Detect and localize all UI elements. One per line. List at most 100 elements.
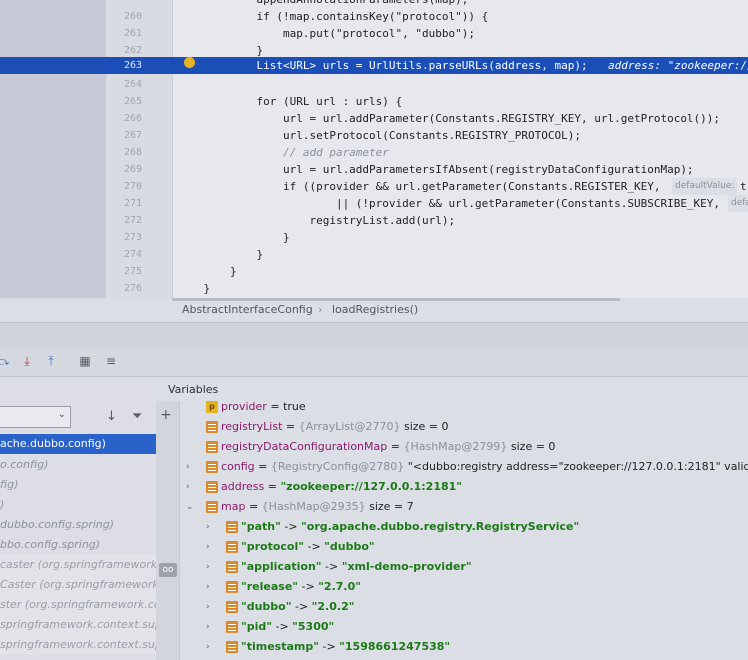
variable-name: provider — [221, 400, 267, 413]
expand-arrow-icon[interactable]: › — [206, 517, 216, 537]
field-icon — [206, 461, 218, 473]
variable-value: "zookeeper://127.0.0.1:2181" — [280, 480, 463, 493]
variable-row[interactable]: registryList = {ArrayList@2770} size = 0 — [156, 417, 748, 437]
horizontal-scrollbar[interactable] — [172, 298, 620, 301]
map-entry-row[interactable]: › "application" -> "xml-demo-provider" — [156, 557, 748, 577]
code-editor[interactable]: appendAnnotationParameters(map); 260 if … — [0, 0, 748, 298]
map-entry-row[interactable]: › "pid" -> "5300" — [156, 617, 748, 637]
filter-icon[interactable]: ⏷ — [132, 409, 142, 424]
variable-row[interactable]: registryDataConfigurationMap = {HashMap@… — [156, 437, 748, 457]
line-number: 261 — [123, 28, 142, 39]
stack-frame[interactable]: springframework.context.supp — [0, 635, 156, 655]
code-line[interactable]: 265 for (URL url : urls) { — [0, 93, 748, 110]
code-line[interactable]: 269 url = url.addParametersIfAbsent(regi… — [0, 161, 748, 178]
variable-name: address — [221, 480, 265, 493]
stack-frame[interactable]: bbo.config.spring) — [0, 535, 156, 555]
field-icon — [226, 621, 238, 633]
stack-frame[interactable]: ster (org.springframework.con — [0, 595, 156, 615]
code-line[interactable]: 276 } — [0, 280, 748, 297]
map-arrow: -> — [291, 600, 312, 613]
field-icon — [226, 521, 238, 533]
expand-arrow-icon[interactable]: › — [186, 457, 196, 477]
variable-row[interactable]: p provider = true — [156, 397, 748, 417]
expand-arrow-icon[interactable]: › — [206, 537, 216, 557]
step-out-icon[interactable]: ⤒ — [44, 354, 58, 368]
map-entry-row[interactable]: › "dubbo" -> "2.0.2" — [156, 597, 748, 617]
variable-value: size = 0 — [400, 420, 449, 433]
variable-row[interactable]: › config = {RegistryConfig@2780} "<dubbo… — [156, 457, 748, 477]
evaluate-expression-icon[interactable]: ▦ — [78, 354, 92, 368]
breadcrumb-method[interactable]: loadRegistries() — [332, 303, 418, 316]
map-value: "dubbo" — [324, 540, 375, 553]
code-line[interactable]: 261 map.put("protocol", "dubbo"); — [0, 25, 748, 42]
expand-arrow-icon[interactable]: › — [206, 637, 216, 657]
line-number: 266 — [123, 113, 142, 124]
stack-frame[interactable]: dubbo.config.spring) — [0, 515, 156, 535]
code-line[interactable]: 268 // add parameter — [0, 144, 748, 161]
map-key: "protocol" — [241, 540, 304, 553]
stack-frame[interactable]: ache.dubbo.config) — [0, 434, 156, 454]
stack-frame[interactable]: caster (org.springframework.co — [0, 555, 156, 575]
variable-type: {HashMap@2935} — [261, 500, 366, 513]
code-text: registryList.add(url); — [177, 214, 456, 227]
map-arrow: -> — [303, 540, 325, 553]
map-entry-row[interactable]: › "timestamp" -> "1598661247538" — [156, 637, 748, 657]
expand-arrow-icon[interactable]: › — [186, 477, 196, 497]
variable-name: registryDataConfigurationMap — [221, 440, 388, 453]
map-value: "xml-demo-provider" — [341, 560, 472, 573]
variable-row[interactable]: ⌄ map = {HashMap@2935} size = 7 — [156, 497, 748, 517]
arrow-down-icon[interactable]: ↓ — [106, 409, 117, 424]
code-line[interactable]: 266 url = url.addParameter(Constants.REG… — [0, 110, 748, 127]
map-entry-row[interactable]: › "path" -> "org.apache.dubbo.registry.R… — [156, 517, 748, 537]
map-entry-row[interactable]: › "release" -> "2.7.0" — [156, 577, 748, 597]
line-number: 273 — [123, 232, 142, 243]
code-line[interactable]: 267 url.setProtocol(Constants.REGISTRY_P… — [0, 127, 748, 144]
code-line[interactable]: appendAnnotationParameters(map); — [0, 0, 748, 8]
thread-selector[interactable]: ⌄ — [0, 406, 71, 428]
stack-frame[interactable]: springframework.context.supp — [0, 615, 156, 635]
line-number: 271 — [123, 198, 142, 209]
step-over-icon[interactable]: ⤼ — [0, 354, 10, 368]
stack-frame[interactable]: o.config) — [0, 455, 156, 475]
code-text: } — [177, 248, 264, 261]
breadcrumb-class[interactable]: AbstractInterfaceConfig — [182, 303, 313, 316]
code-line[interactable]: 275 } — [0, 263, 748, 280]
map-arrow: -> — [298, 580, 319, 593]
line-number: 265 — [123, 96, 142, 107]
code-line[interactable]: 270 if ((provider && url.getParameter(Co… — [0, 178, 748, 195]
trace-icon[interactable]: ≡ — [104, 354, 118, 368]
variable-row[interactable]: › address = "zookeeper://127.0.0.1:2181" — [156, 477, 748, 497]
stack-frame[interactable]: Caster (org.springframework.con — [0, 575, 156, 595]
force-step-into-icon[interactable]: ⤓ — [20, 354, 34, 368]
field-icon — [206, 441, 218, 453]
expand-arrow-icon[interactable]: › — [206, 617, 216, 637]
code-text: appendAnnotationParameters(map); — [177, 0, 468, 8]
stack-frame[interactable]: fig) — [0, 475, 156, 495]
current-execution-line[interactable]: 263 List<URL> urls = UrlUtils.parseURLs(… — [0, 57, 748, 74]
stack-frame[interactable]: ) — [0, 495, 156, 515]
variable-operator: = — [264, 480, 281, 493]
map-entry-row[interactable]: › "protocol" -> "dubbo" — [156, 537, 748, 557]
code-line[interactable]: 272 registryList.add(url); — [0, 212, 748, 229]
variable-type: {HashMap@2799} — [403, 440, 508, 453]
parameter-icon: p — [206, 401, 218, 413]
variable-value: "<dubbo:registry address="zookeeper://12… — [407, 460, 748, 473]
collapse-arrow-icon[interactable]: ⌄ — [186, 497, 196, 517]
expand-arrow-icon[interactable]: › — [206, 557, 216, 577]
expand-arrow-icon[interactable]: › — [206, 597, 216, 617]
variable-value: size = 0 — [507, 440, 556, 453]
code-line[interactable]: 271 || (!provider && url.getParameter(Co… — [0, 195, 748, 212]
inline-debug-value: address: "zookeeper://1 — [608, 59, 748, 72]
code-line[interactable]: 260 if (!map.containsKey("protocol")) { — [0, 8, 748, 25]
code-line[interactable]: 274 } — [0, 246, 748, 263]
expand-arrow-icon[interactable]: › — [206, 577, 216, 597]
code-text: } — [177, 231, 290, 244]
map-value: "1598661247538" — [339, 640, 451, 653]
code-line[interactable]: 273 } — [0, 229, 748, 246]
code-line[interactable]: 264 — [0, 76, 748, 93]
breakpoint-marker-icon[interactable] — [184, 57, 195, 68]
parameter-hint: defa — [728, 195, 748, 212]
field-icon — [226, 561, 238, 573]
map-key: "release" — [241, 580, 299, 593]
map-value: "org.apache.dubbo.registry.RegistryServi… — [301, 520, 580, 533]
